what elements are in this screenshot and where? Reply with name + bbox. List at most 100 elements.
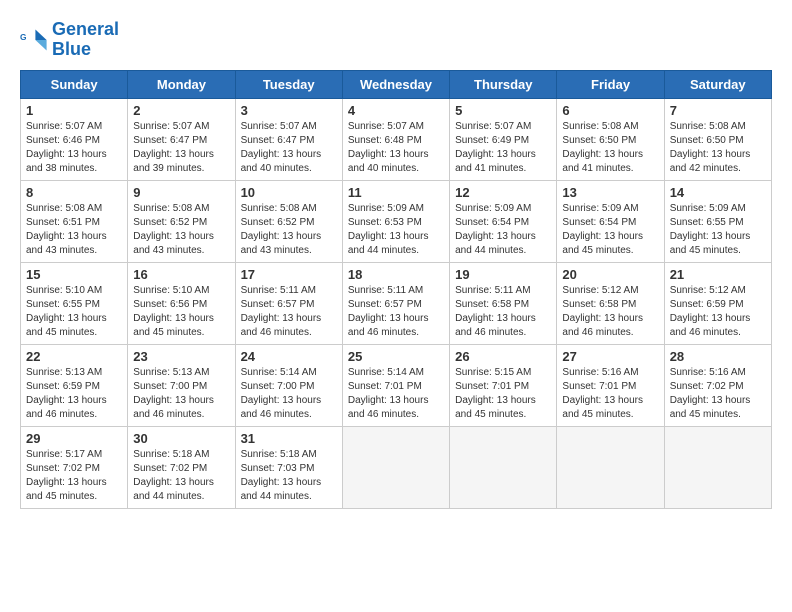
day-number: 4 bbox=[348, 103, 444, 118]
cell-content: Sunrise: 5:08 AM Sunset: 6:52 PM Dayligh… bbox=[133, 202, 229, 258]
calendar-cell: 28 Sunrise: 5:16 AM Sunset: 7:02 PM Dayl… bbox=[664, 344, 771, 426]
day-number: 26 bbox=[455, 349, 551, 364]
calendar-cell: 25 Sunrise: 5:14 AM Sunset: 7:01 PM Dayl… bbox=[342, 344, 449, 426]
cell-content: Sunrise: 5:09 AM Sunset: 6:54 PM Dayligh… bbox=[562, 202, 658, 258]
calendar-cell: 26 Sunrise: 5:15 AM Sunset: 7:01 PM Dayl… bbox=[450, 344, 557, 426]
day-number: 8 bbox=[26, 185, 122, 200]
day-number: 16 bbox=[133, 267, 229, 282]
day-header-wednesday: Wednesday bbox=[342, 70, 449, 98]
calendar-cell: 22 Sunrise: 5:13 AM Sunset: 6:59 PM Dayl… bbox=[21, 344, 128, 426]
day-number: 9 bbox=[133, 185, 229, 200]
calendar-cell: 13 Sunrise: 5:09 AM Sunset: 6:54 PM Dayl… bbox=[557, 180, 664, 262]
cell-content: Sunrise: 5:11 AM Sunset: 6:57 PM Dayligh… bbox=[348, 284, 444, 340]
cell-content: Sunrise: 5:14 AM Sunset: 7:00 PM Dayligh… bbox=[241, 366, 337, 422]
calendar-cell: 19 Sunrise: 5:11 AM Sunset: 6:58 PM Dayl… bbox=[450, 262, 557, 344]
day-number: 18 bbox=[348, 267, 444, 282]
calendar-cell: 9 Sunrise: 5:08 AM Sunset: 6:52 PM Dayli… bbox=[128, 180, 235, 262]
day-number: 12 bbox=[455, 185, 551, 200]
day-number: 10 bbox=[241, 185, 337, 200]
cell-content: Sunrise: 5:07 AM Sunset: 6:49 PM Dayligh… bbox=[455, 120, 551, 176]
day-number: 7 bbox=[670, 103, 766, 118]
logo-text: General Blue bbox=[52, 20, 119, 60]
cell-content: Sunrise: 5:08 AM Sunset: 6:50 PM Dayligh… bbox=[670, 120, 766, 176]
cell-content: Sunrise: 5:12 AM Sunset: 6:58 PM Dayligh… bbox=[562, 284, 658, 340]
calendar-week-5: 29 Sunrise: 5:17 AM Sunset: 7:02 PM Dayl… bbox=[21, 426, 772, 508]
cell-content: Sunrise: 5:08 AM Sunset: 6:50 PM Dayligh… bbox=[562, 120, 658, 176]
calendar-cell: 8 Sunrise: 5:08 AM Sunset: 6:51 PM Dayli… bbox=[21, 180, 128, 262]
day-number: 14 bbox=[670, 185, 766, 200]
day-number: 29 bbox=[26, 431, 122, 446]
cell-content: Sunrise: 5:07 AM Sunset: 6:47 PM Dayligh… bbox=[133, 120, 229, 176]
day-number: 6 bbox=[562, 103, 658, 118]
day-header-thursday: Thursday bbox=[450, 70, 557, 98]
day-number: 11 bbox=[348, 185, 444, 200]
day-number: 3 bbox=[241, 103, 337, 118]
calendar-week-4: 22 Sunrise: 5:13 AM Sunset: 6:59 PM Dayl… bbox=[21, 344, 772, 426]
calendar-cell: 7 Sunrise: 5:08 AM Sunset: 6:50 PM Dayli… bbox=[664, 98, 771, 180]
cell-content: Sunrise: 5:08 AM Sunset: 6:52 PM Dayligh… bbox=[241, 202, 337, 258]
cell-content: Sunrise: 5:16 AM Sunset: 7:01 PM Dayligh… bbox=[562, 366, 658, 422]
cell-content: Sunrise: 5:18 AM Sunset: 7:03 PM Dayligh… bbox=[241, 448, 337, 504]
day-header-sunday: Sunday bbox=[21, 70, 128, 98]
cell-content: Sunrise: 5:09 AM Sunset: 6:54 PM Dayligh… bbox=[455, 202, 551, 258]
header-row: SundayMondayTuesdayWednesdayThursdayFrid… bbox=[21, 70, 772, 98]
calendar-week-1: 1 Sunrise: 5:07 AM Sunset: 6:46 PM Dayli… bbox=[21, 98, 772, 180]
day-number: 23 bbox=[133, 349, 229, 364]
calendar-cell: 27 Sunrise: 5:16 AM Sunset: 7:01 PM Dayl… bbox=[557, 344, 664, 426]
calendar-cell: 30 Sunrise: 5:18 AM Sunset: 7:02 PM Dayl… bbox=[128, 426, 235, 508]
cell-content: Sunrise: 5:11 AM Sunset: 6:57 PM Dayligh… bbox=[241, 284, 337, 340]
calendar-cell: 20 Sunrise: 5:12 AM Sunset: 6:58 PM Dayl… bbox=[557, 262, 664, 344]
day-header-tuesday: Tuesday bbox=[235, 70, 342, 98]
day-number: 2 bbox=[133, 103, 229, 118]
calendar-cell: 5 Sunrise: 5:07 AM Sunset: 6:49 PM Dayli… bbox=[450, 98, 557, 180]
day-number: 24 bbox=[241, 349, 337, 364]
cell-content: Sunrise: 5:13 AM Sunset: 7:00 PM Dayligh… bbox=[133, 366, 229, 422]
day-number: 22 bbox=[26, 349, 122, 364]
calendar-cell: 12 Sunrise: 5:09 AM Sunset: 6:54 PM Dayl… bbox=[450, 180, 557, 262]
calendar-cell: 2 Sunrise: 5:07 AM Sunset: 6:47 PM Dayli… bbox=[128, 98, 235, 180]
calendar-cell: 24 Sunrise: 5:14 AM Sunset: 7:00 PM Dayl… bbox=[235, 344, 342, 426]
calendar-cell: 17 Sunrise: 5:11 AM Sunset: 6:57 PM Dayl… bbox=[235, 262, 342, 344]
cell-content: Sunrise: 5:07 AM Sunset: 6:46 PM Dayligh… bbox=[26, 120, 122, 176]
day-number: 5 bbox=[455, 103, 551, 118]
logo: G General Blue bbox=[20, 20, 119, 60]
cell-content: Sunrise: 5:10 AM Sunset: 6:55 PM Dayligh… bbox=[26, 284, 122, 340]
calendar-cell bbox=[342, 426, 449, 508]
day-number: 19 bbox=[455, 267, 551, 282]
cell-content: Sunrise: 5:15 AM Sunset: 7:01 PM Dayligh… bbox=[455, 366, 551, 422]
day-header-friday: Friday bbox=[557, 70, 664, 98]
day-number: 27 bbox=[562, 349, 658, 364]
day-number: 30 bbox=[133, 431, 229, 446]
calendar-cell: 23 Sunrise: 5:13 AM Sunset: 7:00 PM Dayl… bbox=[128, 344, 235, 426]
cell-content: Sunrise: 5:11 AM Sunset: 6:58 PM Dayligh… bbox=[455, 284, 551, 340]
day-number: 15 bbox=[26, 267, 122, 282]
cell-content: Sunrise: 5:13 AM Sunset: 6:59 PM Dayligh… bbox=[26, 366, 122, 422]
day-header-saturday: Saturday bbox=[664, 70, 771, 98]
cell-content: Sunrise: 5:17 AM Sunset: 7:02 PM Dayligh… bbox=[26, 448, 122, 504]
calendar-cell: 21 Sunrise: 5:12 AM Sunset: 6:59 PM Dayl… bbox=[664, 262, 771, 344]
day-number: 21 bbox=[670, 267, 766, 282]
logo-icon: G bbox=[20, 26, 48, 54]
page-header: G General Blue bbox=[20, 20, 772, 60]
cell-content: Sunrise: 5:12 AM Sunset: 6:59 PM Dayligh… bbox=[670, 284, 766, 340]
calendar-cell: 1 Sunrise: 5:07 AM Sunset: 6:46 PM Dayli… bbox=[21, 98, 128, 180]
cell-content: Sunrise: 5:09 AM Sunset: 6:55 PM Dayligh… bbox=[670, 202, 766, 258]
calendar-cell: 3 Sunrise: 5:07 AM Sunset: 6:47 PM Dayli… bbox=[235, 98, 342, 180]
calendar-week-2: 8 Sunrise: 5:08 AM Sunset: 6:51 PM Dayli… bbox=[21, 180, 772, 262]
calendar-cell: 18 Sunrise: 5:11 AM Sunset: 6:57 PM Dayl… bbox=[342, 262, 449, 344]
calendar-cell: 15 Sunrise: 5:10 AM Sunset: 6:55 PM Dayl… bbox=[21, 262, 128, 344]
day-number: 13 bbox=[562, 185, 658, 200]
calendar-cell: 16 Sunrise: 5:10 AM Sunset: 6:56 PM Dayl… bbox=[128, 262, 235, 344]
calendar-cell bbox=[450, 426, 557, 508]
day-header-monday: Monday bbox=[128, 70, 235, 98]
day-number: 17 bbox=[241, 267, 337, 282]
calendar-cell: 31 Sunrise: 5:18 AM Sunset: 7:03 PM Dayl… bbox=[235, 426, 342, 508]
calendar-cell: 4 Sunrise: 5:07 AM Sunset: 6:48 PM Dayli… bbox=[342, 98, 449, 180]
cell-content: Sunrise: 5:07 AM Sunset: 6:48 PM Dayligh… bbox=[348, 120, 444, 176]
day-number: 25 bbox=[348, 349, 444, 364]
day-number: 1 bbox=[26, 103, 122, 118]
cell-content: Sunrise: 5:14 AM Sunset: 7:01 PM Dayligh… bbox=[348, 366, 444, 422]
calendar-cell: 11 Sunrise: 5:09 AM Sunset: 6:53 PM Dayl… bbox=[342, 180, 449, 262]
cell-content: Sunrise: 5:18 AM Sunset: 7:02 PM Dayligh… bbox=[133, 448, 229, 504]
calendar-week-3: 15 Sunrise: 5:10 AM Sunset: 6:55 PM Dayl… bbox=[21, 262, 772, 344]
